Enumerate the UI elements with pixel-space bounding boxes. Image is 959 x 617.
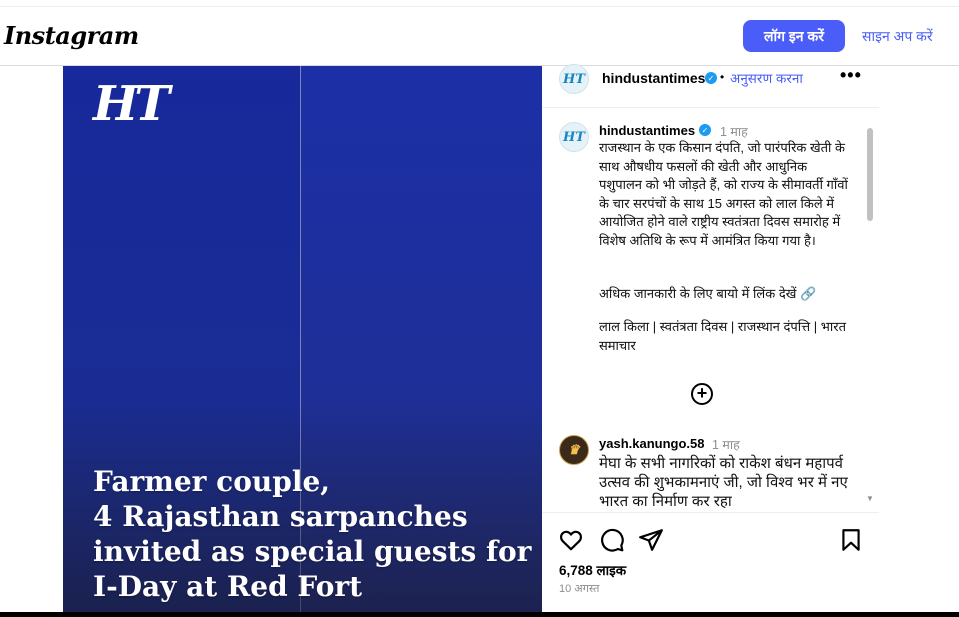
comments-scrollbar[interactable] bbox=[867, 128, 873, 221]
post-container: HT Farmer couple, 4 Rajasthan sarpanches… bbox=[63, 64, 879, 617]
caption-link-line: अधिक जानकारी के लिए बायो में लिंक देखें … bbox=[599, 286, 817, 301]
more-options-icon[interactable]: ••• bbox=[840, 65, 862, 86]
headline-line: 4 Rajasthan sarpanches bbox=[93, 500, 468, 533]
bottom-edge-bar bbox=[0, 612, 959, 617]
post-image[interactable]: HT Farmer couple, 4 Rajasthan sarpanches… bbox=[63, 66, 542, 617]
post-sidebar: HT hindustantimes ✓ • अनुसरण करना ••• HT… bbox=[542, 64, 879, 617]
headline-line: invited as special guests for bbox=[93, 535, 532, 568]
photo-headline: Farmer couple, 4 Rajasthan sarpanches in… bbox=[93, 464, 533, 604]
share-paper-plane-icon[interactable] bbox=[638, 527, 664, 553]
header-separator: • bbox=[720, 70, 725, 84]
headline-line: I-Day at Red Fort bbox=[93, 570, 363, 603]
signup-link[interactable]: साइन अप करें bbox=[862, 27, 933, 46]
caption-hashtags[interactable]: लाल किला | स्वतंत्रता दिवस | राजस्थान दं… bbox=[599, 318, 852, 355]
comment-bubble-icon[interactable] bbox=[599, 527, 625, 553]
verified-badge-icon: ✓ bbox=[699, 124, 711, 136]
post-header: HT hindustantimes ✓ • अनुसरण करना ••• bbox=[542, 64, 879, 108]
caption-username[interactable]: hindustantimes bbox=[599, 123, 695, 138]
like-heart-icon[interactable] bbox=[558, 527, 584, 553]
post-date[interactable]: 10 अगस्त bbox=[559, 581, 599, 596]
save-bookmark-icon[interactable] bbox=[838, 527, 864, 553]
caption-text: राजस्थान के एक किसान दंपति, जो पारंपरिक … bbox=[599, 140, 848, 248]
load-more-comments-icon[interactable]: + bbox=[691, 383, 713, 405]
top-navigation-bar: Instagram लॉग इन करें साइन अप करें bbox=[0, 6, 959, 66]
caption-avatar[interactable]: HT bbox=[559, 122, 589, 152]
instagram-logo[interactable]: Instagram bbox=[4, 21, 139, 50]
account-avatar[interactable]: HT bbox=[559, 64, 589, 94]
verified-badge-icon: ✓ bbox=[705, 72, 717, 84]
account-username[interactable]: hindustantimes bbox=[602, 70, 705, 86]
ht-brand-mark: HT bbox=[93, 76, 170, 132]
comment-text: मेघा के सभी नागरिकों को राकेश बंधन महापर… bbox=[599, 455, 848, 510]
commenter-avatar[interactable]: ♛ bbox=[559, 435, 589, 465]
login-button[interactable]: लॉग इन करें bbox=[743, 20, 845, 52]
scroll-down-arrow-icon[interactable]: ▼ bbox=[866, 494, 874, 503]
likes-count[interactable]: 6,788 लाइक bbox=[559, 561, 626, 579]
comment-time[interactable]: 1 माह bbox=[712, 436, 740, 453]
follow-button[interactable]: अनुसरण करना bbox=[730, 69, 803, 87]
caption-time[interactable]: 1 माह bbox=[720, 123, 748, 140]
headline-line: Farmer couple, bbox=[93, 465, 331, 498]
post-actions: 6,788 लाइक 10 अगस्त bbox=[542, 512, 879, 617]
commenter-username[interactable]: yash.kanungo.58 bbox=[599, 436, 704, 451]
